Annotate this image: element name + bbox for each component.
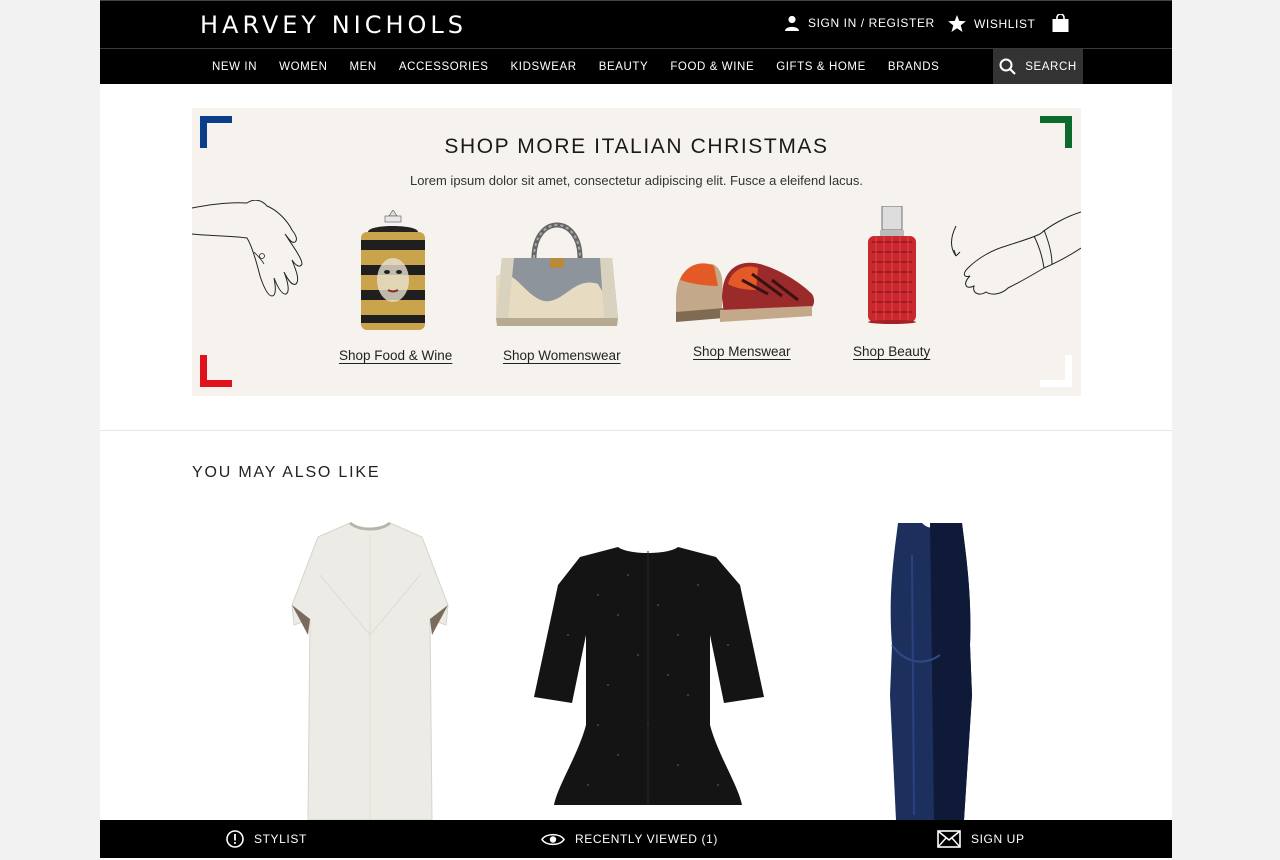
corner-red: [200, 355, 232, 387]
nav-brands[interactable]: BRANDS: [888, 61, 940, 73]
candle-jar-product[interactable]: [358, 210, 428, 330]
recently-viewed-button[interactable]: RECENTLY VIEWED (1): [541, 820, 718, 858]
nav-new-in[interactable]: NEW IN: [212, 61, 257, 73]
wishlist-link[interactable]: WISHLIST: [948, 15, 1035, 32]
stylist-label: STYLIST: [254, 832, 307, 846]
wishlist-label: WISHLIST: [974, 16, 1036, 31]
top-header: HARVEY NICHOLS SIGN IN / REGISTER WISHLI…: [100, 0, 1172, 48]
banner-title: SHOP MORE ITALIAN CHRISTMAS: [444, 135, 829, 158]
search-icon: [999, 58, 1017, 75]
envelope-icon: [937, 830, 961, 848]
shop-food-wine-link[interactable]: Shop Food & Wine: [339, 348, 452, 363]
star-icon: [948, 15, 966, 32]
main-nav: NEW IN WOMEN MEN ACCESSORIES KIDSWEAR BE…: [100, 48, 1172, 84]
nav-food-wine[interactable]: FOOD & WINE: [670, 61, 754, 73]
product-card-ivory-dress[interactable]: [250, 515, 490, 821]
shopping-bag-icon[interactable]: [1052, 13, 1069, 37]
sign-up-button[interactable]: SIGN UP: [937, 820, 1025, 858]
nav-gifts-home[interactable]: GIFTS & HOME: [776, 61, 866, 73]
bottom-bar: STYLIST RECENTLY VIEWED (1) SIGN UP: [100, 820, 1172, 858]
eye-icon: [541, 833, 565, 845]
user-icon: [785, 15, 799, 31]
right-hand-illustration: [951, 211, 1081, 295]
sign-up-label: SIGN UP: [971, 832, 1025, 846]
sneakers-product[interactable]: [672, 250, 817, 330]
section-divider: [100, 430, 1172, 431]
handbag-product[interactable]: [494, 206, 620, 328]
sign-in-link[interactable]: SIGN IN / REGISTER: [784, 15, 935, 31]
nav-men[interactable]: MEN: [349, 61, 376, 73]
site-logo[interactable]: HARVEY NICHOLS: [200, 11, 467, 39]
product-card-black-sparkle-top[interactable]: [528, 515, 768, 820]
search-button[interactable]: SEARCH: [993, 49, 1083, 84]
nav-accessories[interactable]: ACCESSORIES: [399, 61, 489, 73]
search-label: SEARCH: [1025, 60, 1077, 73]
nav-women[interactable]: WOMEN: [279, 61, 327, 73]
recently-viewed-label: RECENTLY VIEWED (1): [575, 832, 718, 846]
promo-banner: SHOP MORE ITALIAN CHRISTMAS Lorem ipsum …: [192, 108, 1081, 396]
nav-beauty[interactable]: BEAUTY: [599, 61, 649, 73]
perfume-product[interactable]: [866, 206, 918, 324]
shop-menswear-link[interactable]: Shop Menswear: [693, 344, 791, 359]
banner-subtitle: Lorem ipsum dolor sit amet, consectetur …: [409, 173, 864, 188]
corner-white: [1040, 355, 1072, 387]
shop-womenswear-link[interactable]: Shop Womenswear: [503, 348, 621, 363]
shop-beauty-link[interactable]: Shop Beauty: [853, 344, 930, 359]
stylist-button[interactable]: STYLIST: [226, 820, 307, 858]
alert-circle-icon: [226, 830, 244, 848]
nav-kidswear[interactable]: KIDSWEAR: [511, 61, 577, 73]
left-hand-illustration: [192, 200, 303, 297]
sign-in-label: SIGN IN / REGISTER: [808, 16, 935, 30]
page: HARVEY NICHOLS SIGN IN / REGISTER WISHLI…: [100, 0, 1172, 860]
you-may-also-like-title: YOU MAY ALSO LIKE: [192, 464, 381, 481]
product-card-navy-velvet-dress[interactable]: [816, 515, 1056, 820]
